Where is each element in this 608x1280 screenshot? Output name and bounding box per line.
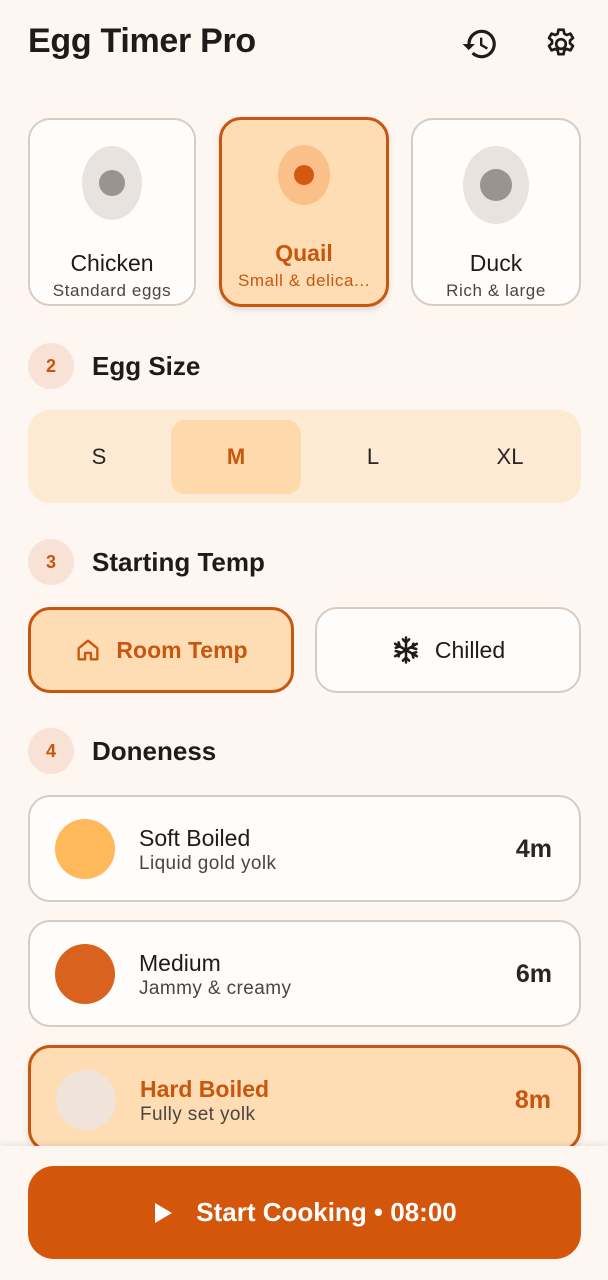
egg-icon [463,146,529,224]
gear-icon [547,28,575,56]
egg-type-quail[interactable]: Quail Small & delica... [219,117,389,307]
size-option-s[interactable]: S [34,420,164,494]
egg-icon [278,145,330,205]
history-button[interactable] [460,24,500,64]
doneness-title: Soft Boiled [139,825,251,851]
section-title-starting-temp: Starting Temp [92,547,265,577]
egg-type-name: Quail [275,240,333,266]
egg-type-subtitle: Small & delica... [237,271,371,290]
egg-type-chicken[interactable]: Chicken Standard eggs [28,118,196,306]
yolk-dot [99,170,125,196]
yolk-dot [294,165,314,185]
temp-option-chilled[interactable]: Chilled [315,607,581,693]
temp-option-label: Chilled [434,636,506,663]
doneness-subtitle: Fully set yolk [140,1104,256,1125]
egg-type-name: Chicken [70,250,154,276]
start-cooking-button[interactable]: Start Cooking • 08:00 [28,1166,581,1259]
yolk-color-swatch [55,944,115,1004]
doneness-option-soft[interactable]: Soft Boiled Liquid gold yolk 4m [28,795,581,902]
doneness-title: Hard Boiled [140,1076,270,1102]
doneness-subtitle: Jammy & creamy [139,978,292,999]
egg-type-subtitle: Standard eggs [52,281,172,300]
yolk-color-swatch [55,819,115,879]
play-icon [155,1202,173,1223]
egg-icon [82,146,142,220]
doneness-time: 6m [515,960,552,988]
doneness-time: 4m [515,835,552,863]
doneness-option-medium[interactable]: Medium Jammy & creamy 6m [28,920,581,1027]
doneness-title: Medium [139,950,221,976]
step-badge: 3 [28,539,74,585]
home-icon [77,639,99,661]
settings-button[interactable] [541,24,581,64]
step-badge: 4 [28,728,74,774]
snowflake-icon [393,636,418,664]
egg-type-name: Duck [469,250,523,276]
section-title-egg-size: Egg Size [92,351,201,381]
doneness-time: 8m [514,1086,551,1114]
egg-type-duck[interactable]: Duck Rich & large [411,118,581,306]
yolk-dot [480,169,512,201]
size-selector: S M L XL [28,410,581,503]
size-option-l[interactable]: L [308,420,438,494]
yolk-color-swatch [56,1070,116,1130]
temp-option-label: Room Temp [116,636,248,663]
section-title-doneness: Doneness [92,736,217,766]
doneness-option-hard[interactable]: Hard Boiled Fully set yolk 8m [28,1045,581,1152]
temp-option-room[interactable]: Room Temp [28,607,294,693]
start-cooking-label: Start Cooking • 08:00 [196,1197,457,1227]
egg-type-subtitle: Rich & large [446,281,546,300]
size-option-xl[interactable]: XL [445,420,575,494]
step-badge: 2 [28,343,74,389]
history-icon [462,29,496,59]
size-option-m[interactable]: M [171,420,301,494]
doneness-subtitle: Liquid gold yolk [139,853,277,874]
page-title: Egg Timer Pro [28,22,256,60]
